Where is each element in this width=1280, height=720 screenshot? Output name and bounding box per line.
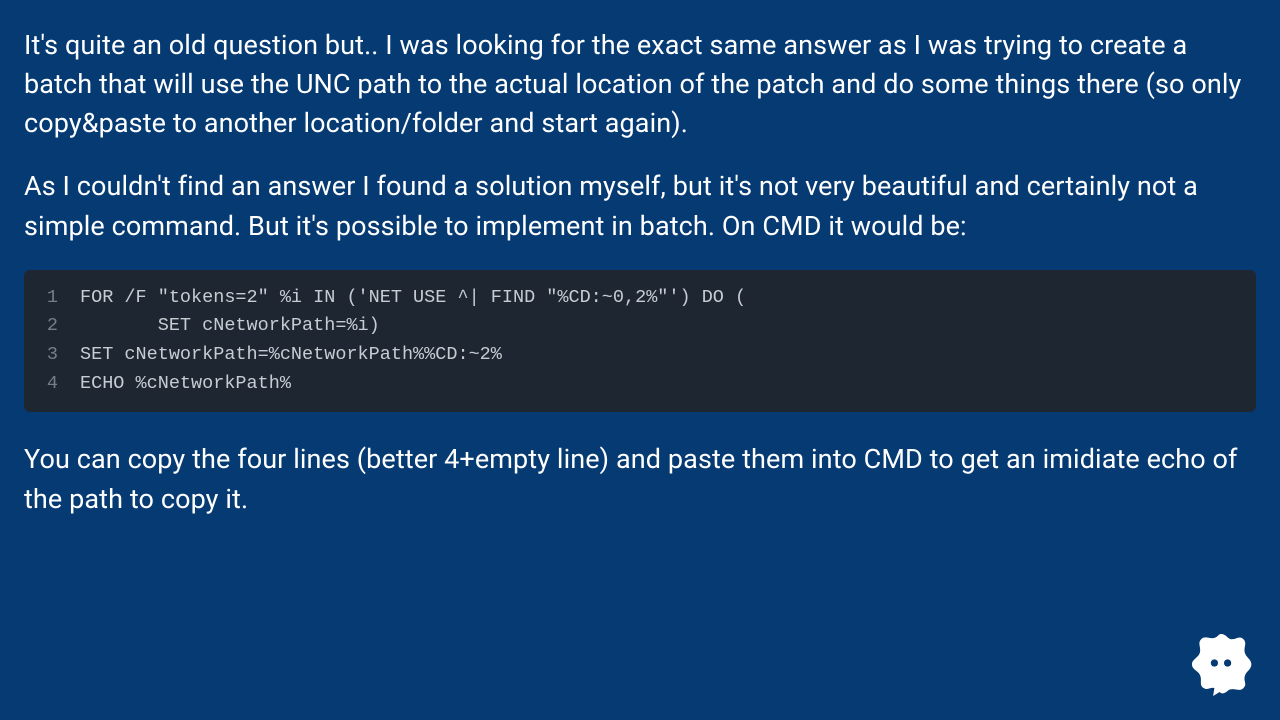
code-text: SET cNetworkPath=%cNetworkPath%%CD:~2% bbox=[80, 341, 502, 370]
code-text: SET cNetworkPath=%i) bbox=[80, 312, 380, 341]
code-text: FOR /F "tokens=2" %i IN ('NET USE ^| FIN… bbox=[80, 284, 746, 313]
answer-paragraph-2: As I couldn't find an answer I found a s… bbox=[24, 167, 1256, 245]
line-number: 4 bbox=[40, 370, 80, 399]
answer-paragraph-3: You can copy the four lines (better 4+em… bbox=[24, 440, 1256, 518]
code-text: ECHO %cNetworkPath% bbox=[80, 370, 291, 399]
line-number: 3 bbox=[40, 341, 80, 370]
code-line: 1 FOR /F "tokens=2" %i IN ('NET USE ^| F… bbox=[40, 284, 1240, 313]
code-line: 2 SET cNetworkPath=%i) bbox=[40, 312, 1240, 341]
code-block: 1 FOR /F "tokens=2" %i IN ('NET USE ^| F… bbox=[24, 270, 1256, 413]
code-line: 4 ECHO %cNetworkPath% bbox=[40, 370, 1240, 399]
line-number: 2 bbox=[40, 312, 80, 341]
chat-bubble-icon[interactable] bbox=[1188, 630, 1254, 696]
line-number: 1 bbox=[40, 284, 80, 313]
code-line: 3 SET cNetworkPath=%cNetworkPath%%CD:~2% bbox=[40, 341, 1240, 370]
answer-paragraph-1: It's quite an old question but.. I was l… bbox=[24, 26, 1256, 143]
